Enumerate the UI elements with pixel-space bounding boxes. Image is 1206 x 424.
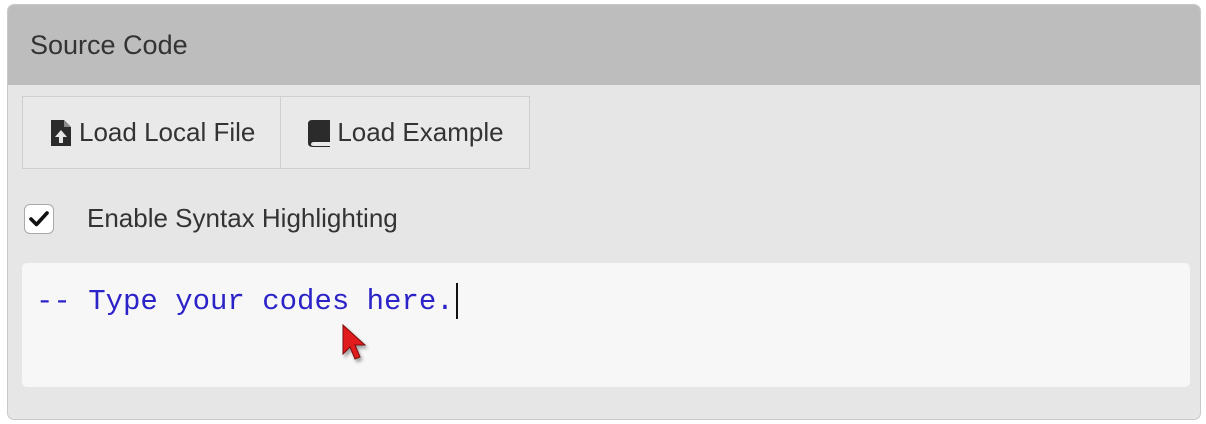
syntax-highlighting-option: Enable Syntax Highlighting [24, 203, 398, 234]
load-example-label: Load Example [337, 117, 504, 147]
panel-header: Source Code [8, 5, 1200, 85]
code-editor[interactable]: -- Type your codes here. [22, 263, 1190, 387]
source-toolbar: Load Local File Load Example [22, 96, 530, 169]
file-upload-icon [49, 119, 73, 147]
book-icon [307, 119, 331, 147]
code-text: -- Type your codes here. [36, 284, 454, 318]
load-local-file-label: Load Local File [79, 117, 256, 147]
mouse-pointer-icon [342, 323, 367, 360]
code-line: -- Type your codes here. [36, 283, 458, 319]
syntax-highlighting-label: Enable Syntax Highlighting [87, 203, 398, 233]
text-caret [455, 283, 458, 319]
panel-title: Source Code [30, 29, 188, 60]
checkmark-icon [29, 210, 49, 226]
load-example-button[interactable]: Load Example [280, 97, 528, 168]
load-local-file-button[interactable]: Load Local File [23, 97, 280, 168]
source-code-panel: Source Code Load Local File Load Example [7, 4, 1201, 420]
syntax-highlighting-checkbox[interactable] [24, 203, 54, 234]
